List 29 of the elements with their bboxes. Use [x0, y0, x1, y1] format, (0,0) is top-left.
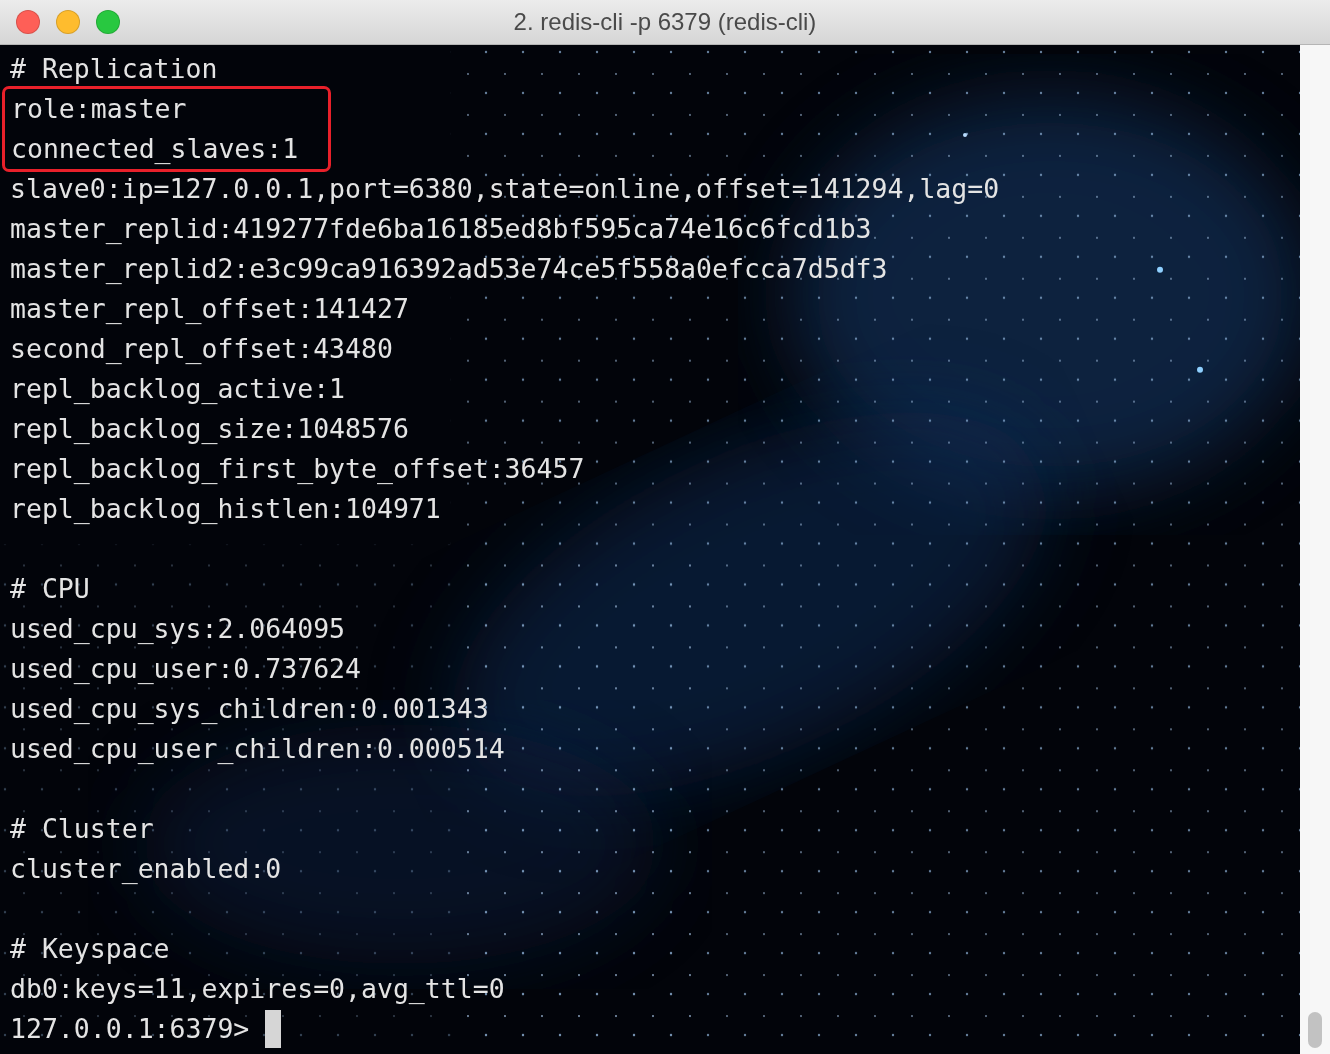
output-line: master_repl_offset:141427	[10, 292, 409, 326]
output-line: role:master	[11, 92, 187, 126]
output-line: used_cpu_sys_children:0.001343	[10, 692, 489, 726]
output-line: # CPU	[10, 572, 90, 606]
output-line: repl_backlog_size:1048576	[10, 412, 409, 446]
scrollbar[interactable]	[1300, 45, 1330, 1054]
output-line: used_cpu_user_children:0.000514	[10, 732, 505, 766]
output-line: second_repl_offset:43480	[10, 332, 393, 366]
text-cursor	[265, 1010, 282, 1048]
output-line: repl_backlog_histlen:104971	[10, 492, 441, 526]
output-line: master_replid2:e3c99ca916392ad53e74ce5f558a0efcca7d5df3	[10, 252, 888, 286]
output-line: cluster_enabled:0	[10, 852, 282, 886]
window-title: 2. redis-cli -p 6379 (redis-cli)	[512, 8, 818, 36]
output-line: db0:keys=11,expires=0,avg_ttl=0	[10, 972, 505, 1006]
scrollbar-thumb[interactable]	[1308, 1012, 1322, 1048]
maximize-button[interactable]	[96, 10, 120, 34]
output-line: used_cpu_sys:2.064095	[10, 612, 346, 646]
output-line: connected_slaves:1	[11, 132, 299, 166]
close-button[interactable]	[16, 10, 40, 34]
output-line: # Replication	[10, 52, 218, 86]
output-line: used_cpu_user:0.737624	[10, 652, 361, 686]
output-line: # Keyspace	[10, 932, 170, 966]
output-line: repl_backlog_first_byte_offset:36457	[10, 452, 585, 486]
output-line: repl_backlog_active:1	[10, 372, 346, 406]
output-line: master_replid:419277fde6ba16185ed8bf595ca74e16c6fcd1b3	[10, 212, 872, 246]
shell-prompt: 127.0.0.1:6379>	[10, 1012, 250, 1046]
output-line: slave0:ip=127.0.0.1,port=6380,state=online,offset=141294,lag=0	[10, 172, 1000, 206]
output-line: # Cluster	[10, 812, 154, 846]
minimize-button[interactable]	[56, 10, 80, 34]
